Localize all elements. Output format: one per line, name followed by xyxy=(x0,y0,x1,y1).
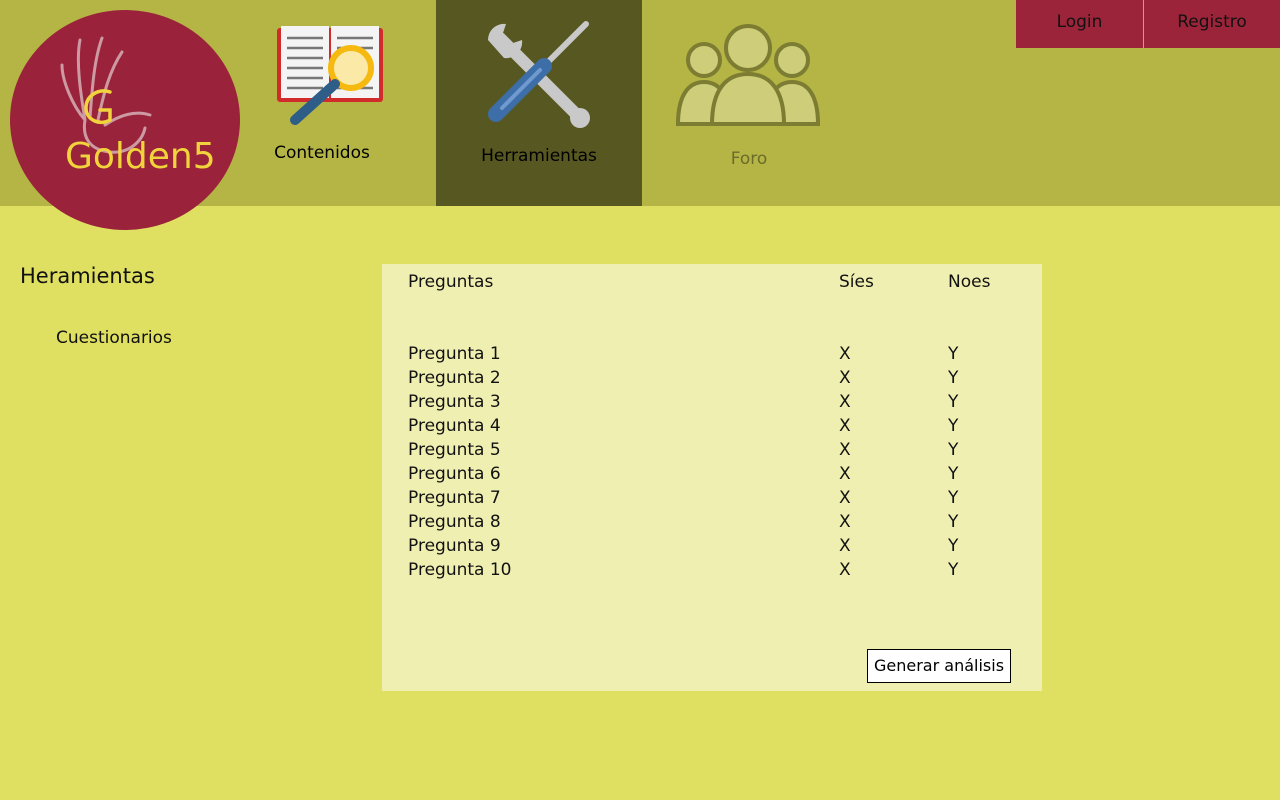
questionnaire-panel: Preguntas Síes Noes Pregunta 1 X Y Pregu… xyxy=(382,264,1042,691)
yes-value: X xyxy=(839,536,851,556)
users-group-icon xyxy=(675,24,821,126)
no-value: Y xyxy=(948,536,959,556)
nav-herramientas[interactable]: Herramientas xyxy=(436,0,642,206)
top-header: Golden5 Contenidos Herramientas Foro Log… xyxy=(0,0,1280,230)
table-row: Pregunta 7 X Y xyxy=(382,486,1042,510)
no-value: Y xyxy=(948,512,959,532)
nav-herramientas-label: Herramientas xyxy=(481,146,597,166)
question-label: Pregunta 1 xyxy=(408,344,501,364)
yes-value: X xyxy=(839,344,851,364)
question-label: Pregunta 2 xyxy=(408,368,501,388)
question-label: Pregunta 6 xyxy=(408,464,501,484)
table-row: Pregunta 4 X Y xyxy=(382,414,1042,438)
table-row: Pregunta 2 X Y xyxy=(382,366,1042,390)
question-label: Pregunta 9 xyxy=(408,536,501,556)
yes-value: X xyxy=(839,416,851,436)
header-preguntas: Preguntas xyxy=(408,272,494,292)
nav-foro[interactable]: Foro xyxy=(660,0,838,206)
sidebar-title: Heramientas xyxy=(20,264,155,288)
question-label: Pregunta 10 xyxy=(408,560,512,580)
yes-value: X xyxy=(839,512,851,532)
no-value: Y xyxy=(948,344,959,364)
generate-analysis-button[interactable]: Generar análisis xyxy=(867,649,1012,683)
yes-value: X xyxy=(839,440,851,460)
table-row: Pregunta 3 X Y xyxy=(382,390,1042,414)
question-label: Pregunta 3 xyxy=(408,392,501,412)
yes-value: X xyxy=(839,368,851,388)
login-button[interactable]: Login xyxy=(1016,0,1143,48)
no-value: Y xyxy=(948,560,959,580)
table-row: Pregunta 5 X Y xyxy=(382,438,1042,462)
question-list: Pregunta 1 X Y Pregunta 2 X Y Pregunta 3… xyxy=(382,342,1042,582)
sidebar-item-cuestionarios[interactable]: Cuestionarios xyxy=(56,328,172,348)
yes-value: X xyxy=(839,488,851,508)
no-value: Y xyxy=(948,488,959,508)
header-noes: Noes xyxy=(948,272,991,292)
svg-text:Golden5: Golden5 xyxy=(65,136,216,177)
yes-value: X xyxy=(839,464,851,484)
golden5-logo[interactable]: Golden5 xyxy=(10,10,240,230)
question-label: Pregunta 7 xyxy=(408,488,501,508)
table-row: Pregunta 1 X Y xyxy=(382,342,1042,366)
nav-contenidos-label: Contenidos xyxy=(274,143,370,163)
question-label: Pregunta 8 xyxy=(408,512,501,532)
logo-wordmark: Golden5 xyxy=(65,136,216,177)
book-magnifier-icon xyxy=(277,26,383,125)
table-row: Pregunta 6 X Y xyxy=(382,462,1042,486)
header-sies: Síes xyxy=(839,272,874,292)
nav-contenidos[interactable]: Contenidos xyxy=(232,0,412,206)
yes-value: X xyxy=(839,392,851,412)
no-value: Y xyxy=(948,440,959,460)
question-label: Pregunta 5 xyxy=(408,440,501,460)
table-row: Pregunta 8 X Y xyxy=(382,510,1042,534)
table-row: Pregunta 10 X Y xyxy=(382,558,1042,582)
wrench-screwdriver-icon xyxy=(487,21,590,128)
table-row: Pregunta 9 X Y xyxy=(382,534,1042,558)
no-value: Y xyxy=(948,368,959,388)
question-label: Pregunta 4 xyxy=(408,416,501,436)
no-value: Y xyxy=(948,416,959,436)
nav-foro-label: Foro xyxy=(730,149,768,169)
no-value: Y xyxy=(948,392,959,412)
no-value: Y xyxy=(948,464,959,484)
registro-button[interactable]: Registro xyxy=(1144,0,1280,48)
yes-value: X xyxy=(839,560,851,580)
